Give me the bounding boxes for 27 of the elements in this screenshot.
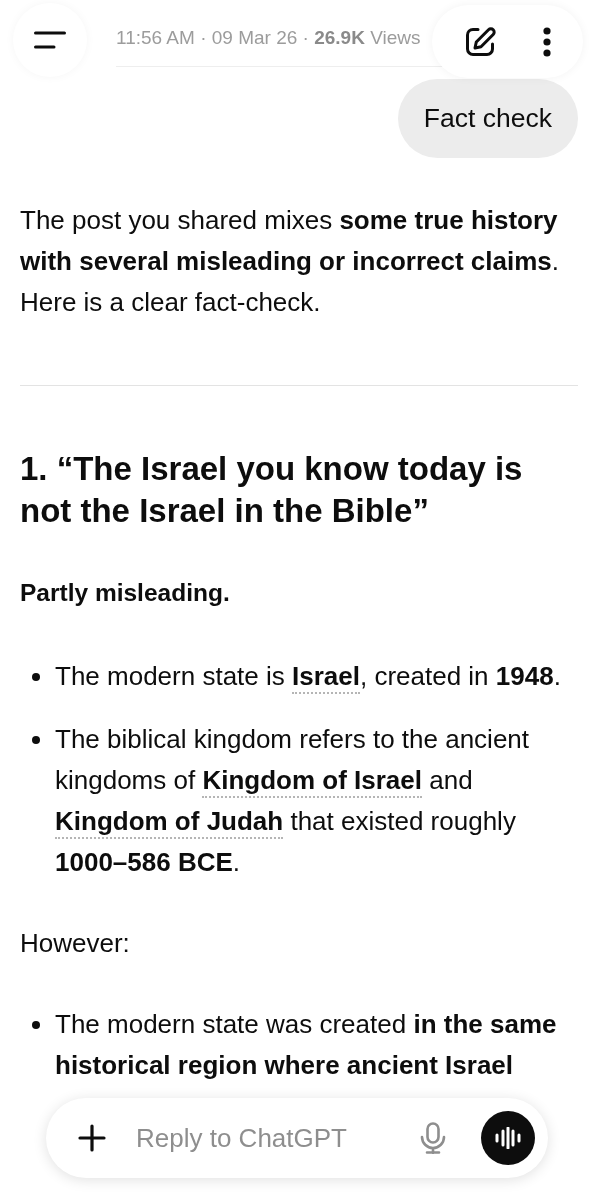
more-options-button[interactable] — [543, 26, 552, 57]
entity-link[interactable]: Kingdom of Israel — [202, 765, 422, 798]
reply-input-field[interactable]: Reply to ChatGPT — [136, 1118, 408, 1158]
list-item-text: The modern state was created in the same historical region where ancient Israel — [55, 1008, 558, 1082]
plus-icon — [78, 1124, 106, 1152]
new-chat-button[interactable] — [463, 25, 496, 58]
entity-link[interactable]: Kingdom of Judah — [55, 806, 284, 839]
dictate-button[interactable] — [420, 1122, 446, 1154]
menu-icon — [34, 31, 66, 49]
section-heading: 1. “The Israel you know today is not the Israel in the Bible” — [20, 449, 524, 531]
list-item-text: The biblical kingdom refers to the ancient kingdoms of Kingdom of Israel and Kingdom of Judah that existed roughly 1000–586 BCE. — [55, 723, 531, 879]
user-message-bubble: Fact check — [397, 79, 578, 158]
verdict-text: Partly misleading. — [20, 578, 231, 608]
edit-icon — [463, 25, 496, 58]
waveform-icon — [495, 1127, 521, 1149]
more-icon — [543, 26, 552, 57]
add-button[interactable] — [78, 1124, 106, 1152]
list-item-text: The modern state is Israel, created in 1948. — [55, 656, 578, 697]
bullet-dot-icon — [32, 672, 40, 681]
response-paragraph: However: — [20, 927, 131, 960]
post-timestamp: 11:56 AM · 09 Mar 26 · 26.9K Views — [116, 26, 421, 50]
response-paragraph: The post you shared mixes some true history with several misleading or incorrect claims. Here is a clear fact-check. — [20, 204, 560, 319]
voice-mode-button[interactable] — [481, 1111, 535, 1165]
entity-link[interactable]: Israel — [292, 661, 360, 694]
bullet-dot-icon — [32, 1020, 40, 1029]
bullet-dot-icon — [32, 735, 40, 744]
microphone-icon — [420, 1122, 446, 1154]
